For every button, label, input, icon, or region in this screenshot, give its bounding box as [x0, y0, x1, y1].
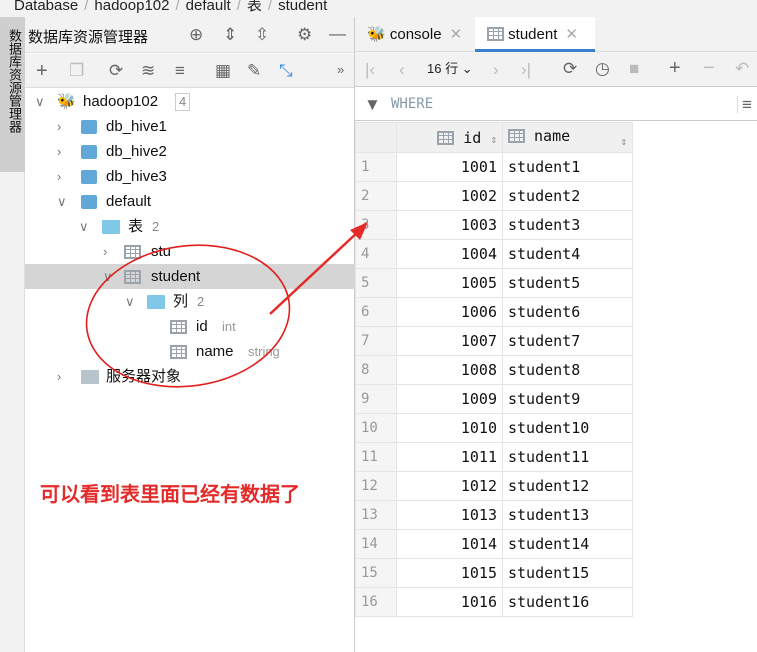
annotation-arrow	[269, 229, 361, 315]
highlight-ellipse	[85, 244, 291, 388]
annotation-overlay	[85, 222, 368, 388]
annotation-text: 可以看到表里面已经有数据了	[40, 484, 300, 506]
